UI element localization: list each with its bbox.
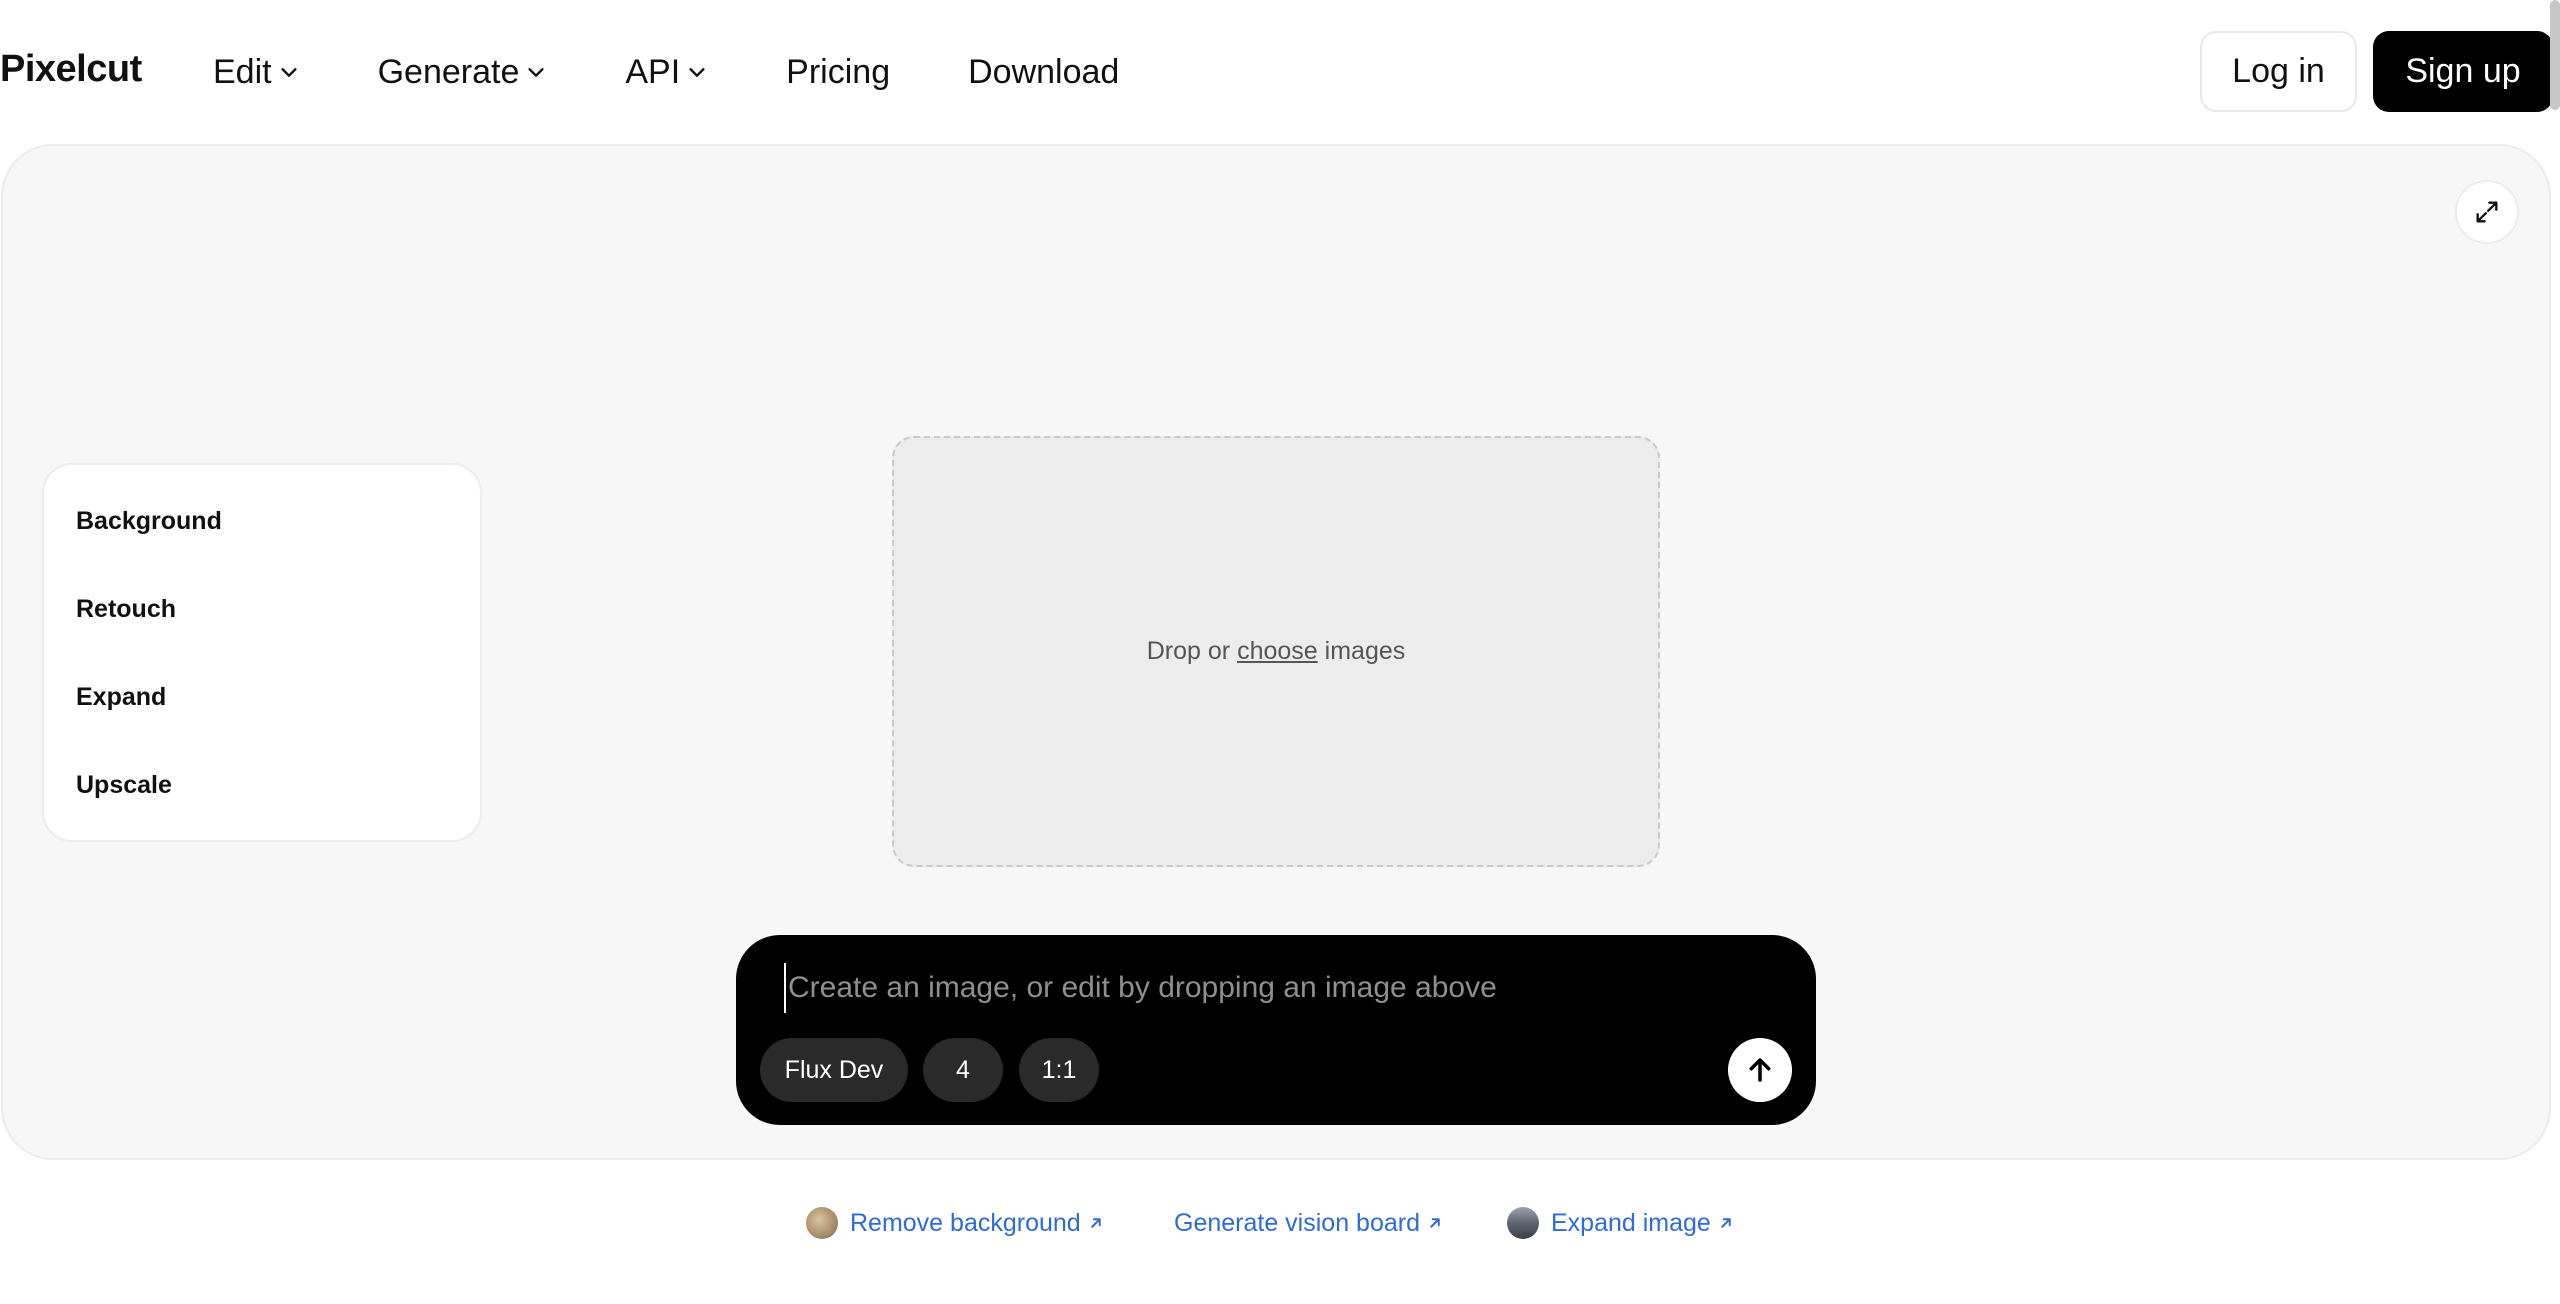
remove-background-label: Remove background [850, 1208, 1081, 1237]
nav-pricing-label: Pricing [786, 52, 891, 91]
chevron-down-icon [689, 68, 705, 77]
quick-links: Remove background Generate vision board … [0, 1203, 2560, 1243]
choose-images-link[interactable]: choose [1237, 637, 1318, 665]
expand-image-thumbnail [1507, 1207, 1539, 1239]
chevron-down-icon [528, 68, 544, 77]
nav-edit-label: Edit [213, 52, 272, 91]
model-selector[interactable]: Flux Dev [760, 1038, 908, 1102]
tool-expand[interactable]: Expand [76, 683, 166, 712]
remove-background-thumbnail [806, 1207, 838, 1239]
aspect-ratio-selector[interactable]: 1:1 [1019, 1038, 1099, 1102]
expand-image-label: Expand image [1551, 1208, 1711, 1237]
external-arrow-icon [1090, 1218, 1101, 1228]
submit-button[interactable] [1728, 1038, 1792, 1102]
prompt-bar: Flux Dev 4 1:1 [736, 935, 1816, 1125]
external-arrow-icon [1721, 1218, 1731, 1228]
nav-api[interactable]: API [625, 48, 708, 96]
arrow-up-icon [1749, 1058, 1771, 1082]
nav-generate-label: Generate [377, 52, 520, 91]
tool-background[interactable]: Background [76, 507, 222, 536]
top-navigation: Pixelcut Edit Generate API Pricing Downl… [0, 0, 2560, 144]
nav-download[interactable]: Download [968, 48, 1119, 96]
tool-upscale[interactable]: Upscale [76, 771, 172, 800]
external-arrow-icon [1430, 1218, 1440, 1228]
page-scrollbar[interactable] [2550, 0, 2560, 110]
tool-retouch[interactable]: Retouch [76, 595, 176, 624]
dropzone-prefix: Drop or [1146, 637, 1231, 665]
nav-pricing[interactable]: Pricing [786, 48, 890, 96]
signup-button[interactable]: Sign up [2373, 31, 2553, 112]
nav-edit[interactable]: Edit [213, 48, 300, 96]
nav-api-label: API [625, 52, 681, 91]
login-button[interactable]: Log in [2200, 31, 2357, 112]
image-dropzone[interactable]: Drop or choose images [892, 436, 1660, 867]
image-count-selector[interactable]: 4 [923, 1038, 1003, 1102]
nav-generate[interactable]: Generate [378, 48, 548, 96]
fullscreen-button[interactable] [2455, 180, 2519, 244]
prompt-input[interactable] [784, 963, 1764, 1013]
main-nav: Edit Generate API Pricing Download [213, 48, 1197, 96]
logo[interactable]: Pixelcut [0, 48, 142, 91]
nav-download-label: Download [968, 52, 1120, 91]
tool-menu: Background Retouch Expand Upscale [42, 463, 482, 842]
expand-image-link[interactable]: Expand image [1507, 1203, 1735, 1243]
dropzone-suffix: images [1324, 637, 1406, 665]
generate-vision-board-link[interactable]: Generate vision board [1174, 1203, 1444, 1243]
remove-background-link[interactable]: Remove background [806, 1203, 1105, 1243]
chevron-down-icon [280, 68, 297, 77]
expand-arrows-icon [2476, 201, 2498, 223]
generate-vision-board-label: Generate vision board [1174, 1208, 1420, 1237]
dropzone-text: Drop or choose images [1147, 637, 1406, 666]
